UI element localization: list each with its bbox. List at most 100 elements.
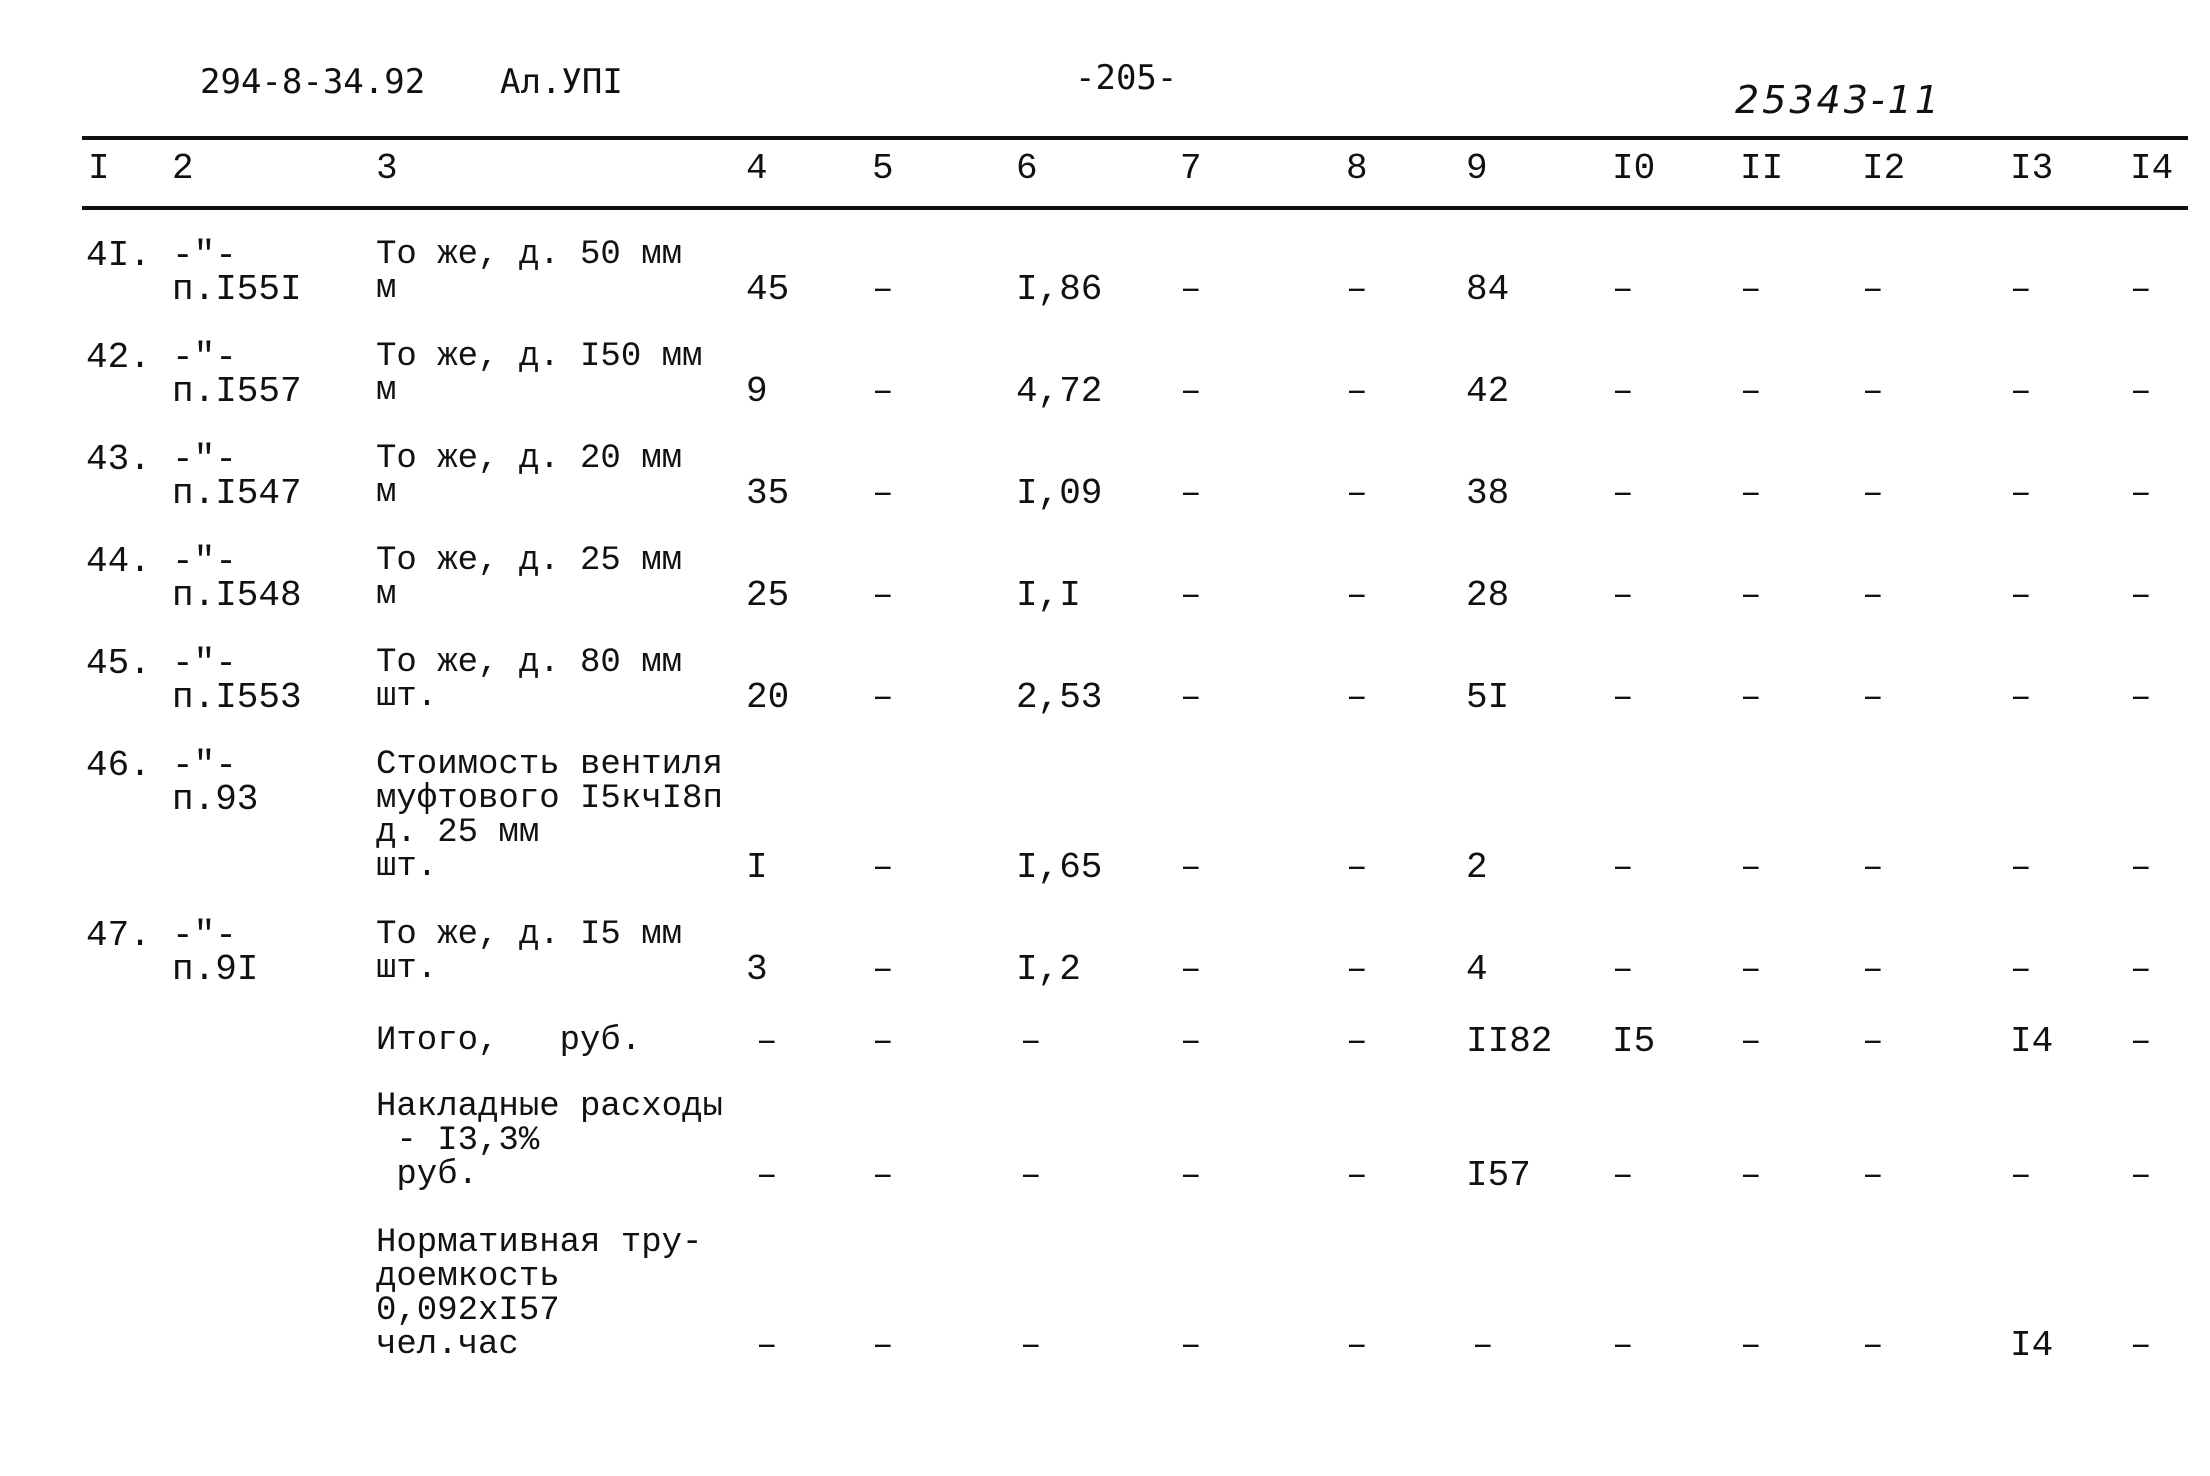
- item-description-line: муфтового I5кчI8п: [376, 780, 723, 818]
- row-number: 47.: [86, 915, 151, 956]
- empty-cell-dash: –: [1862, 473, 1884, 514]
- cell-col-13: I4: [2010, 1021, 2054, 1062]
- empty-cell-dash: –: [1472, 1325, 1494, 1366]
- empty-cell-dash: –: [1180, 949, 1202, 990]
- empty-cell-dash: –: [2130, 575, 2152, 616]
- column-header-11: II: [1740, 148, 1784, 189]
- column-header-4: 4: [746, 148, 768, 189]
- cell-col-6: 2,53: [1016, 677, 1103, 718]
- empty-cell-dash: –: [2010, 847, 2032, 888]
- empty-cell-dash: –: [2130, 847, 2152, 888]
- cell-col-6: I,86: [1016, 269, 1103, 310]
- empty-cell-dash: –: [2010, 473, 2032, 514]
- empty-cell-dash: –: [1862, 1325, 1884, 1366]
- item-description-line: м: [376, 576, 397, 614]
- empty-cell-dash: –: [1020, 1021, 1042, 1062]
- empty-cell-dash: –: [1612, 847, 1634, 888]
- empty-cell-dash: –: [1346, 1155, 1368, 1196]
- column-header-1: I: [88, 148, 110, 189]
- summary-description-line: Итого, руб.: [376, 1022, 642, 1060]
- cell-col-4: I: [746, 847, 768, 888]
- empty-cell-dash: –: [1862, 677, 1884, 718]
- empty-cell-dash: –: [1740, 575, 1762, 616]
- column-header-3: 3: [376, 148, 398, 189]
- summary-description-line: - I3,3%: [376, 1122, 540, 1160]
- empty-cell-dash: –: [1346, 473, 1368, 514]
- summary-description-line: 0,092xI57: [376, 1292, 560, 1330]
- document-code: 294-8-34.92: [200, 62, 426, 102]
- cell-col-6: I,09: [1016, 473, 1103, 514]
- empty-cell-dash: –: [1180, 575, 1202, 616]
- empty-cell-dash: –: [872, 473, 894, 514]
- empty-cell-dash: –: [1020, 1325, 1042, 1366]
- cell-col-9: 4: [1466, 949, 1488, 990]
- reference-item: п.93: [172, 779, 259, 820]
- column-header-2: 2: [172, 148, 194, 189]
- empty-cell-dash: –: [1740, 949, 1762, 990]
- cell-col-4: 25: [746, 575, 790, 616]
- item-description-line: м: [376, 372, 397, 410]
- item-description-line: м: [376, 270, 397, 308]
- empty-cell-dash: –: [1862, 575, 1884, 616]
- item-description-line: То же, д. I5 мм: [376, 916, 683, 954]
- cell-col-9: 28: [1466, 575, 1510, 616]
- empty-cell-dash: –: [1180, 677, 1202, 718]
- empty-cell-dash: –: [872, 371, 894, 412]
- empty-cell-dash: –: [872, 1155, 894, 1196]
- item-description-line: То же, д. 20 мм: [376, 440, 683, 478]
- reference-item: п.9I: [172, 949, 259, 990]
- empty-cell-dash: –: [1740, 1325, 1762, 1366]
- empty-cell-dash: –: [2010, 1155, 2032, 1196]
- empty-cell-dash: –: [1612, 1325, 1634, 1366]
- empty-cell-dash: –: [1612, 677, 1634, 718]
- item-description-line: шт.: [376, 950, 438, 988]
- empty-cell-dash: –: [1740, 1021, 1762, 1062]
- column-header-7: 7: [1180, 148, 1202, 189]
- empty-cell-dash: –: [2130, 371, 2152, 412]
- row-number: 43.: [86, 439, 151, 480]
- empty-cell-dash: –: [1862, 1155, 1884, 1196]
- empty-cell-dash: –: [2010, 575, 2032, 616]
- item-description-line: д. 25 мм: [376, 814, 540, 852]
- reference-item: п.I548: [172, 575, 302, 616]
- empty-cell-dash: –: [872, 1325, 894, 1366]
- row-number: 44.: [86, 541, 151, 582]
- summary-description-line: чел.час: [376, 1326, 519, 1364]
- empty-cell-dash: –: [2130, 1325, 2152, 1366]
- reference-item: п.I547: [172, 473, 302, 514]
- empty-cell-dash: –: [2130, 1155, 2152, 1196]
- cell-col-6: I,2: [1016, 949, 1081, 990]
- empty-cell-dash: –: [2010, 371, 2032, 412]
- row-number: 45.: [86, 643, 151, 684]
- empty-cell-dash: –: [1862, 269, 1884, 310]
- column-header-12: I2: [1862, 148, 1906, 189]
- cell-col-4: 35: [746, 473, 790, 514]
- empty-cell-dash: –: [1180, 847, 1202, 888]
- empty-cell-dash: –: [1862, 949, 1884, 990]
- item-description-line: То же, д. 50 мм: [376, 236, 683, 274]
- cell-col-4: 3: [746, 949, 768, 990]
- item-description-line: шт.: [376, 678, 438, 716]
- column-header-10: I0: [1612, 148, 1656, 189]
- empty-cell-dash: –: [1180, 371, 1202, 412]
- cell-col-9: 38: [1466, 473, 1510, 514]
- item-description-line: шт.: [376, 848, 438, 886]
- row-number: 42.: [86, 337, 151, 378]
- empty-cell-dash: –: [2130, 949, 2152, 990]
- empty-cell-dash: –: [1346, 847, 1368, 888]
- empty-cell-dash: –: [2010, 949, 2032, 990]
- empty-cell-dash: –: [2130, 473, 2152, 514]
- empty-cell-dash: –: [1020, 1155, 1042, 1196]
- cell-col-9: 2: [1466, 847, 1488, 888]
- handwritten-stamp: 25343-11: [1735, 78, 1942, 122]
- item-description-line: То же, д. I50 мм: [376, 338, 703, 376]
- row-number: 4I.: [86, 235, 151, 276]
- empty-cell-dash: –: [1612, 371, 1634, 412]
- summary-description-line: руб.: [376, 1156, 479, 1194]
- empty-cell-dash: –: [2010, 269, 2032, 310]
- row-number: 46.: [86, 745, 151, 786]
- empty-cell-dash: –: [1612, 269, 1634, 310]
- empty-cell-dash: –: [756, 1155, 778, 1196]
- cell-col-4: 45: [746, 269, 790, 310]
- cell-col-4: 9: [746, 371, 768, 412]
